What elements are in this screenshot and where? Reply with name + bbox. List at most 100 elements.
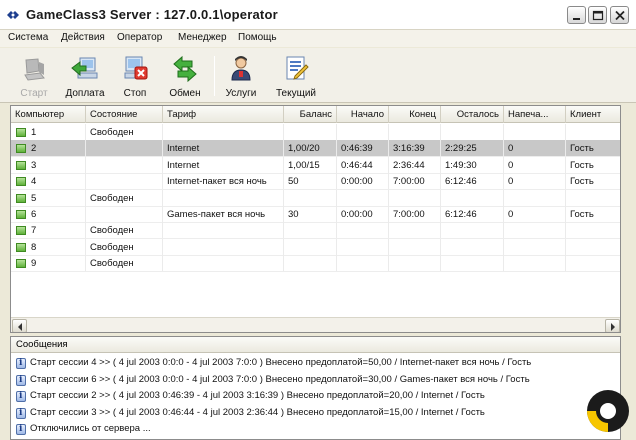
current-label: Текущий bbox=[276, 88, 316, 99]
column-header-start[interactable]: Начало bbox=[337, 106, 389, 123]
cell-client bbox=[566, 255, 620, 272]
table-row[interactable]: 5 Свободен bbox=[11, 189, 620, 207]
cell-client: Гость bbox=[566, 173, 620, 190]
stop-button[interactable]: Стоп bbox=[114, 52, 156, 100]
column-header-client[interactable]: Клиент bbox=[566, 106, 620, 123]
column-header-printed[interactable]: Напеча... bbox=[504, 106, 566, 123]
cell-start bbox=[337, 189, 389, 207]
stop-label: Стоп bbox=[123, 88, 147, 99]
cell-tariff bbox=[163, 189, 284, 207]
cell-end: 7:00:00 bbox=[389, 173, 441, 191]
menu-help[interactable]: Помощь bbox=[238, 32, 277, 43]
table-row[interactable]: 4 Internet-пакет вся ночь 50 0:00:00 7:00:00… bbox=[11, 173, 620, 191]
cell-tariff bbox=[163, 255, 284, 273]
cell-state: Свободен bbox=[86, 189, 163, 207]
cell-start: 0:00:00 bbox=[337, 173, 389, 191]
message-item[interactable]: Отключились от сервера ... bbox=[11, 421, 620, 438]
scroll-left-button[interactable] bbox=[12, 319, 27, 332]
cell-start bbox=[337, 222, 389, 240]
exchange-button[interactable]: Обмен bbox=[162, 52, 208, 100]
horizontal-scrollbar[interactable] bbox=[11, 317, 620, 332]
cell-tariff: Internet bbox=[163, 156, 284, 174]
table-row[interactable]: 2 Internet 1,00/20 0:46:39 3:16:39 2:29:25 0 Го… bbox=[11, 140, 620, 158]
menu-operator[interactable]: Оператор bbox=[117, 32, 162, 43]
cell-end bbox=[389, 238, 441, 256]
table-row[interactable]: 3 Internet 1,00/15 0:46:44 2:36:44 1:49:30 0 Го… bbox=[11, 156, 620, 174]
cell-state bbox=[86, 140, 163, 158]
cell-balance bbox=[284, 222, 337, 240]
cell-start bbox=[337, 255, 389, 273]
cell-left bbox=[441, 238, 504, 256]
cell-printed: 0 bbox=[504, 140, 566, 158]
menu-system[interactable]: Система bbox=[8, 32, 48, 43]
title-bar: GameClass3 Server : 127.0.0.1\operator bbox=[0, 0, 636, 30]
message-text: Старт сессии 4 >> ( 4 jul 2003 0:0:0 - 4… bbox=[30, 357, 532, 368]
info-icon bbox=[16, 374, 26, 386]
message-item[interactable]: Старт сессии 6 >> ( 4 jul 2003 0:0:0 - 4… bbox=[11, 372, 620, 389]
cell-end bbox=[389, 222, 441, 240]
cell-tariff: Internet bbox=[163, 140, 284, 158]
exchange-label: Обмен bbox=[169, 88, 201, 99]
cell-printed: 0 bbox=[504, 156, 566, 174]
menu-actions[interactable]: Действия bbox=[61, 32, 105, 43]
minimize-button[interactable] bbox=[567, 6, 586, 24]
cell-printed bbox=[504, 124, 566, 141]
cell-computer: 2 bbox=[11, 140, 86, 158]
column-header-state[interactable]: Состояние bbox=[86, 106, 163, 123]
cell-left bbox=[441, 124, 504, 141]
cell-state: Свободен bbox=[86, 255, 163, 273]
add-payment-label: Доплата bbox=[65, 88, 105, 99]
message-text: Отключились от сервера ... bbox=[30, 423, 151, 434]
scroll-right-button[interactable] bbox=[605, 319, 620, 332]
messages-panel: Сообщения Старт сессии 4 >> ( 4 jul 2003… bbox=[10, 336, 621, 440]
add-payment-button[interactable]: Доплата bbox=[60, 52, 110, 100]
cell-left: 1:49:30 bbox=[441, 156, 504, 174]
cell-printed bbox=[504, 255, 566, 273]
services-button[interactable]: Услуги bbox=[218, 52, 264, 100]
cell-end bbox=[389, 124, 441, 141]
message-item[interactable]: Старт сессии 2 >> ( 4 jul 2003 0:46:39 -… bbox=[11, 388, 620, 405]
menu-bar: Система Действия Оператор Менеджер Помощ… bbox=[0, 30, 636, 47]
table-row[interactable]: 7 Свободен bbox=[11, 222, 620, 240]
column-header-computer[interactable]: Компьютер bbox=[11, 106, 86, 123]
cell-client bbox=[566, 190, 620, 207]
cell-computer: 9 bbox=[11, 255, 86, 273]
current-button[interactable]: Текущий bbox=[272, 52, 320, 100]
services-label: Услуги bbox=[225, 88, 257, 99]
cell-computer: 4 bbox=[11, 173, 86, 191]
column-header-end[interactable]: Конец bbox=[389, 106, 441, 123]
cell-balance bbox=[284, 189, 337, 207]
column-header-balance[interactable]: Баланс bbox=[284, 106, 337, 123]
cell-left bbox=[441, 222, 504, 240]
table-row[interactable]: 1 Свободен bbox=[11, 124, 620, 141]
cell-tariff: Internet-пакет вся ночь bbox=[163, 173, 284, 191]
cell-left bbox=[441, 255, 504, 273]
cell-left bbox=[441, 189, 504, 207]
message-item[interactable]: Старт сессии 3 >> ( 4 jul 2003 0:46:44 -… bbox=[11, 405, 620, 422]
table-row[interactable]: 6 Games-пакет вся ночь 30 0:00:00 7:00:00 6:1… bbox=[11, 206, 620, 223]
column-header-tariff[interactable]: Тариф bbox=[163, 106, 284, 123]
cell-balance: 50 bbox=[284, 173, 337, 191]
cell-state bbox=[86, 206, 163, 223]
cell-end bbox=[389, 189, 441, 207]
computers-table[interactable]: Компьютер Состояние Тариф Баланс Начало … bbox=[10, 105, 621, 333]
cell-balance: 30 bbox=[284, 206, 337, 223]
table-row[interactable]: 9 Свободен bbox=[11, 255, 620, 273]
arrow-right-icon bbox=[611, 323, 615, 331]
close-button[interactable] bbox=[610, 6, 629, 24]
app-window: GameClass3 Server : 127.0.0.1\operator С… bbox=[0, 0, 636, 440]
menu-manager[interactable]: Менеджер bbox=[178, 32, 227, 43]
message-item[interactable]: Старт сессии 4 >> ( 4 jul 2003 0:0:0 - 4… bbox=[11, 355, 620, 372]
table-row[interactable]: 8 Свободен bbox=[11, 238, 620, 256]
start-button[interactable]: Старт bbox=[12, 52, 56, 100]
cell-left: 6:12:46 bbox=[441, 173, 504, 191]
cell-client: Гость bbox=[566, 140, 620, 157]
cell-start bbox=[337, 124, 389, 141]
column-header-left[interactable]: Осталось bbox=[441, 106, 504, 123]
cell-left: 6:12:46 bbox=[441, 206, 504, 223]
cell-computer: 3 bbox=[11, 156, 86, 174]
maximize-icon bbox=[592, 10, 604, 21]
cell-printed bbox=[504, 222, 566, 240]
maximize-button[interactable] bbox=[588, 6, 607, 24]
cell-printed: 0 bbox=[504, 173, 566, 191]
